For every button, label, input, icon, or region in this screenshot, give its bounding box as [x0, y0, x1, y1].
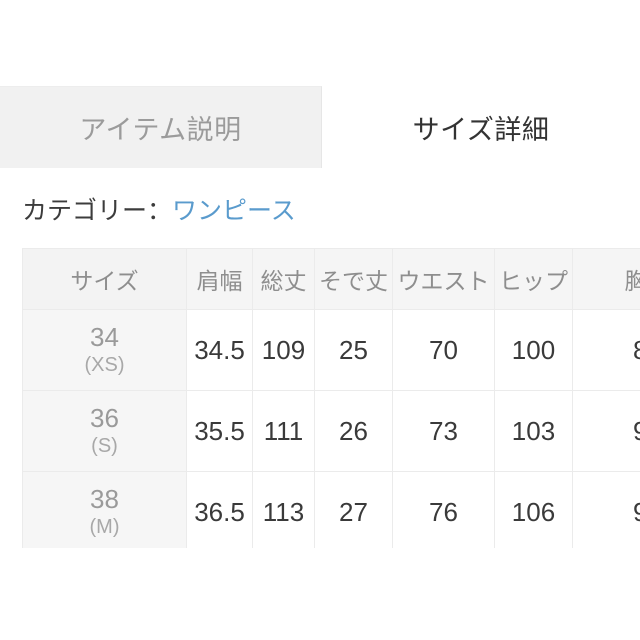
column-header-hip: ヒップ	[494, 248, 573, 310]
category-label: カテゴリー：	[22, 197, 173, 225]
cell-hip: 103	[494, 390, 573, 472]
row-size-cell: 38 (M)	[22, 471, 187, 548]
tab-size-details-label: サイズ詳細	[412, 114, 550, 145]
size-table-body: 34 (XS) 34.5 109 25 70 100 89 36 (S) 35.…	[22, 309, 640, 548]
column-header-waist: ウエスト	[392, 248, 495, 310]
category-link-one-piece[interactable]: ワンピース	[172, 197, 296, 225]
table-header-row: サイズ 肩幅 総丈 そで丈 ウエスト ヒップ 胸囲	[22, 248, 640, 310]
cell-bust: 95	[572, 471, 640, 548]
column-header-bust: 胸囲	[572, 248, 640, 310]
cell-sleeve-length: 25	[314, 309, 393, 391]
cell-bust: 89	[572, 309, 640, 391]
size-table: サイズ 肩幅 総丈 そで丈 ウエスト ヒップ 胸囲 34 (XS) 34.5 1…	[22, 248, 640, 548]
size-alt-label: (S)	[91, 435, 118, 457]
cell-shoulder-width: 35.5	[186, 390, 253, 472]
table-row: 38 (M) 36.5 113 27 76 106 95	[22, 471, 640, 548]
row-size-cell: 34 (XS)	[22, 309, 187, 391]
cell-waist: 76	[392, 471, 495, 548]
size-alt-label: (XS)	[84, 354, 125, 376]
tab-size-details[interactable]: サイズ詳細	[322, 86, 640, 168]
cell-hip: 106	[494, 471, 573, 548]
cell-shoulder-width: 34.5	[186, 309, 253, 391]
tab-item-description[interactable]: アイテム説明	[0, 86, 322, 168]
cell-shoulder-width: 36.5	[186, 471, 253, 548]
size-table-container: サイズ 肩幅 総丈 そで丈 ウエスト ヒップ 胸囲 34 (XS) 34.5 1…	[22, 248, 640, 548]
size-number: 38	[90, 484, 119, 514]
table-row: 36 (S) 35.5 111 26 73 103 92	[22, 390, 640, 472]
table-row: 34 (XS) 34.5 109 25 70 100 89	[22, 309, 640, 391]
category-line: カテゴリー：ワンピース	[22, 195, 296, 227]
size-table-header: サイズ 肩幅 総丈 そで丈 ウエスト ヒップ 胸囲	[22, 248, 640, 310]
row-size-cell: 36 (S)	[22, 390, 187, 472]
size-number: 34	[90, 322, 119, 352]
cell-total-length: 111	[252, 390, 315, 472]
cell-total-length: 113	[252, 471, 315, 548]
cell-sleeve-length: 26	[314, 390, 393, 472]
cell-total-length: 109	[252, 309, 315, 391]
column-header-sleeve-length: そで丈	[314, 248, 393, 310]
cell-waist: 73	[392, 390, 495, 472]
size-number: 36	[90, 403, 119, 433]
cell-bust: 92	[572, 390, 640, 472]
size-alt-label: (M)	[89, 516, 120, 538]
column-header-size: サイズ	[22, 248, 187, 310]
column-header-shoulder-width: 肩幅	[186, 248, 253, 310]
cell-waist: 70	[392, 309, 495, 391]
column-header-total-length: 総丈	[252, 248, 315, 310]
cell-sleeve-length: 27	[314, 471, 393, 548]
tab-bar: アイテム説明 サイズ詳細	[0, 86, 640, 168]
cell-hip: 100	[494, 309, 573, 391]
tab-item-description-label: アイテム説明	[79, 115, 242, 145]
